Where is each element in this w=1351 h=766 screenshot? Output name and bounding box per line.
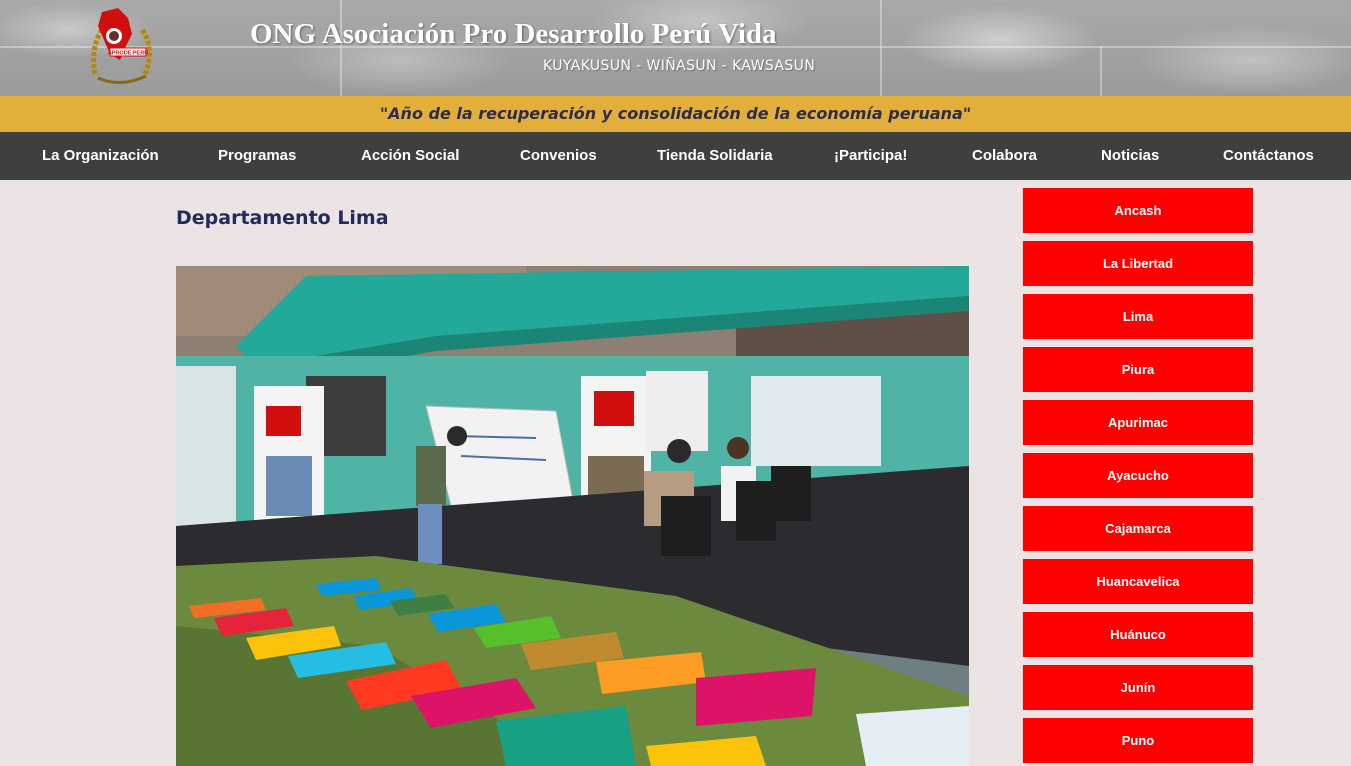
nav-item-convenios[interactable]: Convenios — [520, 132, 597, 180]
sidebar-item-apurimac[interactable]: Apurimac — [1023, 400, 1253, 445]
department-sidebar: Ancash La Libertad Lima Piura Apurimac A… — [1023, 188, 1253, 766]
sidebar-item-ancash[interactable]: Ancash — [1023, 188, 1253, 233]
nav-item-accion-social[interactable]: Acción Social — [361, 132, 459, 180]
nav-item-tienda-solidaria[interactable]: Tienda Solidaria — [657, 132, 773, 180]
sidebar-item-ayacucho[interactable]: Ayacucho — [1023, 453, 1253, 498]
sidebar-item-lima[interactable]: Lima — [1023, 294, 1253, 339]
site-title[interactable]: ONG Asociación Pro Desarrollo Perú Vida — [250, 18, 850, 51]
logo-text: APRODE PERÚ — [108, 50, 148, 57]
sidebar-item-junin[interactable]: Junín — [1023, 665, 1253, 710]
nav-item-colabora[interactable]: Colabora — [972, 132, 1037, 180]
nav-item-noticias[interactable]: Noticias — [1101, 132, 1159, 180]
event-photo — [176, 266, 969, 766]
nav-item-la-organizacion[interactable]: La Organización — [42, 132, 159, 180]
nav-item-contactanos[interactable]: Contáctanos — [1223, 132, 1314, 180]
site-logo[interactable]: APRODE PERÚ — [80, 4, 160, 84]
sidebar-item-huancavelica[interactable]: Huancavelica — [1023, 559, 1253, 604]
site-subtitle: KUYAKUSUN - WIÑASUN - KAWSASUN — [543, 58, 816, 74]
nav-item-programas[interactable]: Programas — [218, 132, 296, 180]
sidebar-item-puno[interactable]: Puno — [1023, 718, 1253, 763]
stone-texture — [880, 0, 882, 96]
sidebar-item-piura[interactable]: Piura — [1023, 347, 1253, 392]
nav-item-participa[interactable]: ¡Participa! — [834, 132, 907, 180]
site-header: APRODE PERÚ ONG Asociación Pro Desarroll… — [0, 0, 1351, 96]
main-nav: La Organización Programas Acción Social … — [0, 132, 1351, 180]
sidebar-item-cajamarca[interactable]: Cajamarca — [1023, 506, 1253, 551]
year-banner: "Año de la recuperación y consolidación … — [0, 96, 1351, 132]
sidebar-item-huanuco[interactable]: Huánuco — [1023, 612, 1253, 657]
sidebar-item-la-libertad[interactable]: La Libertad — [1023, 241, 1253, 286]
page-title: Departamento Lima — [176, 207, 389, 229]
stone-texture — [1100, 46, 1102, 96]
